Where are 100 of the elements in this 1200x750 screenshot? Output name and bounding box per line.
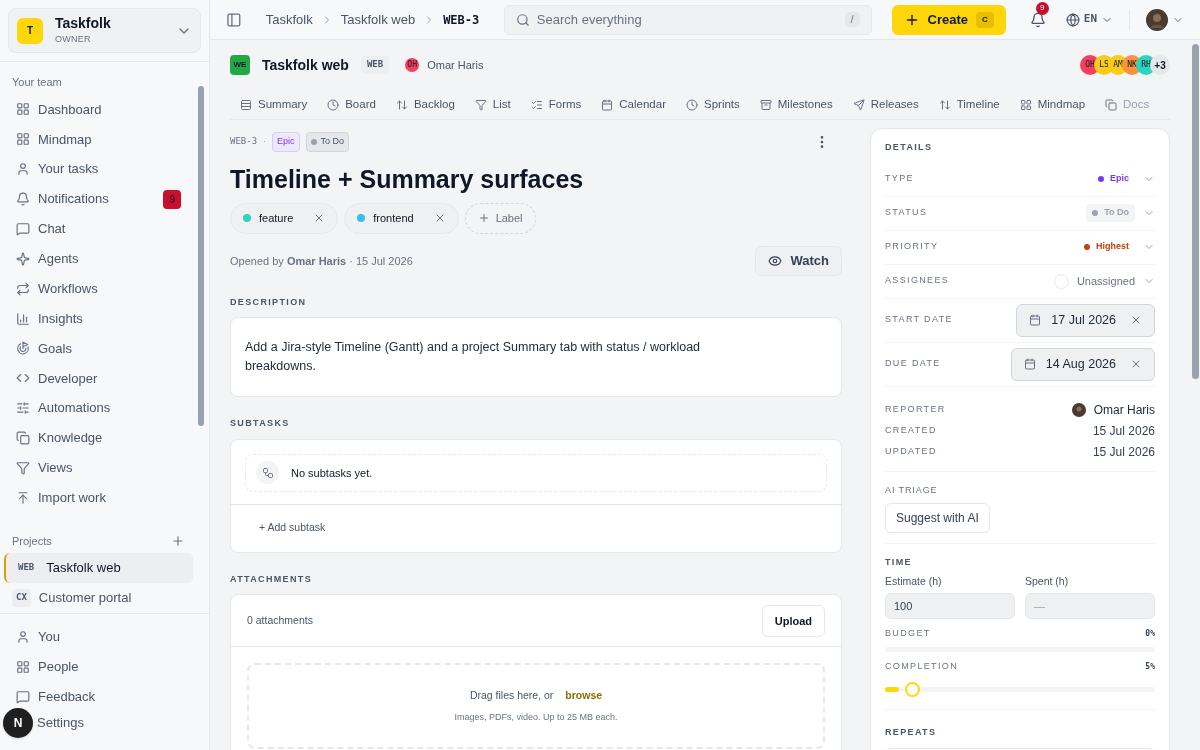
workspace-switcher[interactable]: T Taskfolk OWNER [8, 8, 201, 53]
sidebar-item[interactable]: Mindmap [4, 124, 193, 155]
tab[interactable]: List [464, 90, 521, 119]
sparkle-icon [16, 251, 30, 266]
copy-icon [1105, 98, 1118, 111]
field-label: TYPE [885, 172, 914, 186]
field-value: Highest [1078, 238, 1135, 256]
create-button[interactable]: Create C [891, 4, 1006, 35]
sort-icon [938, 98, 951, 111]
archive-icon [759, 98, 772, 111]
target-icon [16, 341, 30, 356]
sidebar-item[interactable]: Import work [4, 482, 193, 513]
field-dropdown[interactable]: Highest [1078, 238, 1155, 256]
tab[interactable]: Milestones [749, 90, 843, 119]
sidebar-item[interactable]: Knowledge [4, 423, 193, 453]
tab[interactable]: Timeline [928, 90, 1010, 119]
sidebar-item[interactable]: Dashboard [4, 94, 193, 125]
completion-slider[interactable] [885, 681, 1155, 698]
field-label: STATUS [885, 206, 928, 220]
opened-by-text: Opened by Omar Haris · 15 Jul 2026 [230, 253, 413, 269]
sidebar-item[interactable]: Workflows [4, 273, 193, 304]
clock-icon [327, 98, 340, 111]
slider-thumb[interactable] [904, 681, 920, 697]
clear-icon[interactable] [1130, 314, 1142, 326]
sidebar-item[interactable]: Insights [4, 303, 193, 334]
field-value: 15 Jul 2026 [1092, 423, 1155, 440]
project-item[interactable]: CX Customer portal [4, 583, 193, 613]
description-text: Add a Jira-style Timeline (Gantt) and a project Summary tab with status / workload breakdowns. [245, 339, 702, 376]
add-icon[interactable] [171, 534, 185, 548]
field-label: PRIORITY [885, 240, 939, 254]
issue-title: Timeline + Summary surfaces [230, 163, 585, 195]
more-members: +3 [1150, 55, 1170, 75]
project-key: CX [12, 589, 31, 607]
watch-button[interactable]: Watch [755, 245, 842, 276]
sidebar-item[interactable]: Goals [4, 333, 193, 364]
section-heading: DESCRIPTION [230, 295, 308, 309]
upload-button[interactable]: Upload [761, 604, 825, 637]
sidebar-item[interactable]: Automations [4, 393, 193, 424]
drop-text: Drag files here, or [469, 687, 554, 703]
list-icon [530, 98, 543, 111]
floating-action-button[interactable]: N [3, 708, 33, 738]
section-heading: SUBTASKS [230, 417, 291, 431]
label-chip[interactable]: feature [230, 202, 339, 234]
section-label: Your team [11, 75, 63, 90]
bell-icon [16, 192, 30, 207]
breadcrumb[interactable]: Taskfolk web [340, 9, 416, 30]
estimate-field[interactable]: 100 [885, 593, 1015, 620]
owner-name: Omar Haris [427, 57, 484, 73]
user-menu[interactable] [1146, 8, 1184, 31]
add-subtask-button[interactable]: + Add subtask [259, 520, 326, 537]
bell-icon[interactable] [1029, 11, 1046, 28]
calendar-icon [601, 98, 614, 111]
sidebar-item[interactable]: Views [4, 453, 193, 483]
user-icon [16, 630, 30, 644]
sidebar-item[interactable]: Chat [4, 214, 193, 244]
tab[interactable]: Releases [842, 90, 929, 119]
chat-icon [16, 690, 30, 704]
spent-field[interactable]: — [1025, 593, 1155, 620]
suggest-ai-button[interactable]: Suggest with AI [885, 503, 990, 533]
input-label: Spent (h) [1025, 573, 1070, 589]
empty-text: No subtasks yet. [291, 465, 373, 481]
tab[interactable]: Sprints [676, 90, 750, 119]
date-picker[interactable]: 17 Jul 2026 [1016, 303, 1155, 337]
field-label: UPDATED [885, 445, 937, 459]
project-name: Taskfolk web [262, 55, 349, 75]
input-label: Estimate (h) [885, 573, 943, 589]
grid-icon [16, 660, 30, 674]
field-dropdown[interactable]: Epic [1092, 170, 1155, 188]
chart-icon [16, 311, 30, 326]
calendar-icon [1029, 314, 1042, 326]
language-selector[interactable]: EN [1065, 11, 1113, 28]
sort-icon [395, 98, 408, 111]
tab[interactable]: Forms [520, 90, 592, 119]
tab[interactable]: Board [317, 90, 386, 119]
copy-icon [16, 431, 30, 446]
sidebar-item[interactable]: People [4, 652, 205, 682]
drop-hint: Images, PDFs, video. Up to 25 MB each. [454, 711, 618, 725]
label-chip[interactable]: frontend [344, 202, 459, 234]
clear-icon[interactable] [1130, 358, 1142, 370]
tab[interactable]: Backlog [385, 90, 465, 119]
field-value: 15 Jul 2026 [1092, 444, 1155, 461]
sidebar-item[interactable]: Agents [4, 243, 193, 274]
eye-icon [768, 253, 783, 268]
notification-count: 9 [1035, 1, 1049, 15]
sidebar-item[interactable]: You [4, 622, 205, 652]
sidebar-item[interactable]: Notifications 9 [4, 184, 193, 214]
tab[interactable]: Summary [230, 90, 318, 119]
date-picker[interactable]: 14 Aug 2026 [1010, 347, 1155, 381]
sidebar-item[interactable]: Developer [4, 363, 193, 394]
sidebar-item[interactable]: Your tasks [4, 154, 193, 185]
section-heading: ATTACHMENTS [230, 572, 313, 586]
assignee-dropdown[interactable]: Unassigned [1053, 272, 1155, 290]
project-item[interactable]: WEB Taskfolk web [4, 553, 193, 584]
drop-zone[interactable]: Drag files here, or browse Images, PDFs, video. Up to 25 MB each. [247, 663, 825, 750]
browse-link[interactable]: browse [565, 687, 603, 704]
tab[interactable]: Mindmap [1009, 90, 1096, 119]
plus-icon [477, 212, 490, 225]
sidebar-toggle-icon[interactable] [226, 11, 242, 28]
breadcrumb[interactable]: Taskfolk [265, 9, 313, 30]
tab[interactable]: Calendar [591, 90, 676, 119]
